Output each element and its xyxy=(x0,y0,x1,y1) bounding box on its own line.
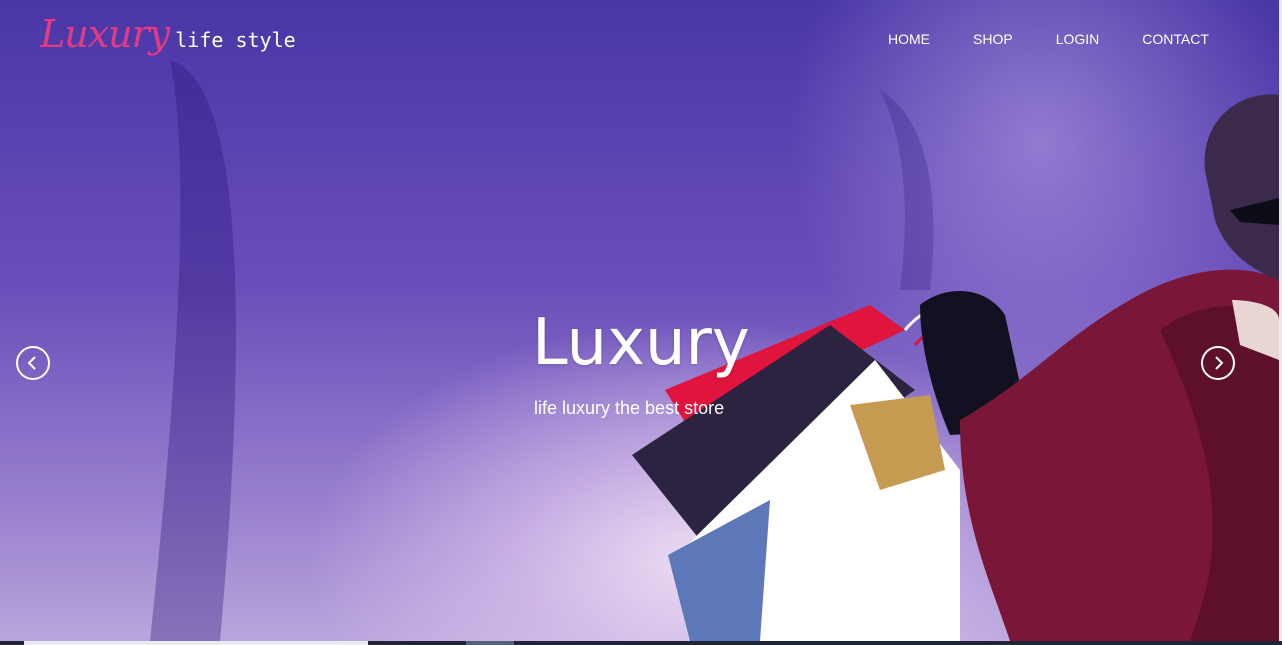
chevron-left-icon xyxy=(27,356,36,370)
nav-contact[interactable]: CONTACT xyxy=(1142,31,1209,47)
slider-next-button[interactable] xyxy=(1201,346,1235,380)
logo-text: life style xyxy=(175,28,296,52)
slider-progress-segment xyxy=(466,641,514,645)
slider-progress-bar xyxy=(0,641,1282,645)
logo-script-text: Luxury xyxy=(40,12,170,56)
nav-home[interactable]: HOME xyxy=(888,31,930,47)
hero-title: Luxury xyxy=(532,306,750,380)
slider-prev-button[interactable] xyxy=(16,346,50,380)
slider-progress-segment xyxy=(24,641,368,645)
main-nav: HOME SHOP LOGIN CONTACT xyxy=(888,31,1252,47)
chevron-right-icon xyxy=(1215,356,1224,370)
nav-login[interactable]: LOGIN xyxy=(1056,31,1100,47)
nav-shop[interactable]: SHOP xyxy=(973,31,1013,47)
hero-subtitle: life luxury the best store xyxy=(534,398,725,418)
logo[interactable]: Luxury life style xyxy=(40,12,296,56)
